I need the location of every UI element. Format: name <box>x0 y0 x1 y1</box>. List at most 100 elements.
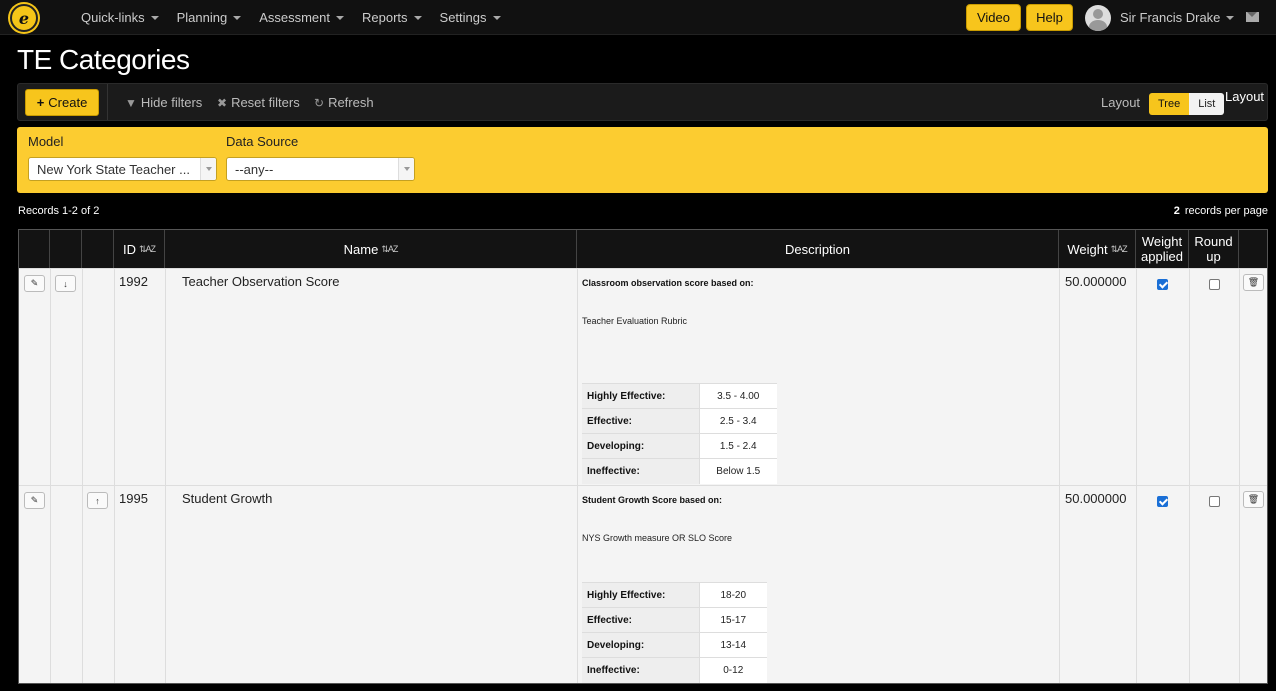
col-weight-applied-label: Weight <box>1141 234 1183 249</box>
col-move-down <box>50 230 82 268</box>
rating-row: Developing: 1.5 - 2.4 <box>582 433 777 459</box>
model-value: New York State Teacher ... <box>37 161 190 177</box>
rating-value: 15-17 <box>698 607 767 633</box>
plus-icon: + <box>36 95 45 110</box>
trash-icon[interactable]: 🗑 <box>1243 491 1264 508</box>
app-logo[interactable]: e <box>10 4 38 32</box>
sort-icon: ⇅AZ <box>1110 243 1128 254</box>
per-page-count: 2 <box>1173 205 1180 217</box>
layout-list-button[interactable]: List <box>1189 93 1225 115</box>
menu-label: Reports <box>362 10 408 25</box>
rating-row: Ineffective: Below 1.5 <box>582 458 777 484</box>
caret-down-icon <box>233 15 242 20</box>
caret-down-icon <box>1226 15 1235 20</box>
categories-table: ID ⇅AZ Name ⇅AZ Description Weight ⇅AZ Weig… <box>18 229 1268 684</box>
layout-tree-button[interactable]: Tree <box>1149 93 1190 115</box>
create-button[interactable]: + Create <box>25 89 99 116</box>
row-id: 1995 <box>119 491 148 506</box>
col-round-up-label: Round <box>1194 234 1233 249</box>
col-edit <box>19 230 50 268</box>
hide-filters-button[interactable]: ▼ Hide filters <box>125 95 202 110</box>
col-delete <box>1239 230 1267 268</box>
caret-down-icon <box>336 15 344 20</box>
main-menu: Quick-links Planning Assessment Reports … <box>81 0 519 35</box>
table-header: ID ⇅AZ Name ⇅AZ Description Weight ⇅AZ Weig… <box>19 230 1267 268</box>
page-title: TE Categories <box>17 44 190 75</box>
records-info: Records 1-2 of 2 <box>18 205 100 217</box>
col-id-label: ID <box>122 241 136 257</box>
cell-divider <box>1136 486 1137 683</box>
menu-settings[interactable]: Settings <box>440 10 510 25</box>
rating-row: Developing: 13-14 <box>582 632 767 658</box>
reset-filters-button[interactable]: ✖ Reset filters <box>217 95 300 110</box>
weight-applied-checkbox[interactable] <box>1157 279 1168 290</box>
col-weight-applied-label: applied <box>1141 249 1183 264</box>
menu-quick-links[interactable]: Quick-links <box>81 10 168 25</box>
rating-table: Highly Effective: 3.5 - 4.00 Effective: 2.… <box>582 383 777 484</box>
arrow-down-icon[interactable]: ↓ <box>55 275 76 292</box>
row-weight: 50.000000 <box>1065 274 1127 289</box>
logo-letter: e <box>18 8 30 28</box>
col-round-up-label: up <box>1206 249 1221 264</box>
cell-divider <box>165 269 166 486</box>
rating-value: 2.5 - 3.4 <box>698 408 777 434</box>
trash-icon[interactable]: 🗑 <box>1243 274 1264 291</box>
menu-label: Quick-links <box>81 10 145 25</box>
col-weight-applied: Weight applied <box>1136 230 1189 268</box>
rating-label: Effective: <box>582 408 699 434</box>
records-per-page[interactable]: 2 records per page <box>1174 205 1268 217</box>
data-source-select[interactable]: --any-- <box>226 157 415 181</box>
pencil-icon[interactable]: ✎ <box>24 275 45 292</box>
pencil-icon[interactable]: ✎ <box>24 492 45 509</box>
row-name: Teacher Observation Score <box>182 274 340 289</box>
toolbar-divider <box>107 84 108 120</box>
menu-planning[interactable]: Planning <box>177 10 251 25</box>
menu-reports[interactable]: Reports <box>362 10 431 25</box>
round-up-checkbox[interactable] <box>1209 279 1220 290</box>
cell-divider <box>1189 486 1190 683</box>
menu-assessment[interactable]: Assessment <box>259 10 353 25</box>
user-name: Sir Francis Drake <box>1120 10 1221 25</box>
rating-label: Highly Effective: <box>582 582 699 608</box>
arrow-up-icon[interactable]: ↑ <box>87 492 108 509</box>
data-source-label: Data Source <box>226 134 299 149</box>
row-id: 1992 <box>119 274 148 289</box>
help-button[interactable]: Help <box>1026 4 1073 31</box>
reset-filters-label: Reset filters <box>231 95 300 110</box>
col-round-up: Round up <box>1189 230 1239 268</box>
data-source-value: --any-- <box>235 161 274 177</box>
layout-label: Layout <box>1101 95 1141 110</box>
refresh-button[interactable]: ↻ Refresh <box>314 95 374 110</box>
description-subtitle: NYS Growth measure OR SLO Score <box>582 533 733 543</box>
menu-label: Assessment <box>259 10 330 25</box>
cell-divider <box>165 486 166 683</box>
col-name[interactable]: Name ⇅AZ <box>165 230 577 268</box>
col-description-label: Description <box>784 241 851 257</box>
envelope-icon[interactable] <box>1246 12 1259 22</box>
rating-value: Below 1.5 <box>698 458 777 484</box>
round-up-checkbox[interactable] <box>1209 496 1220 507</box>
cell-divider <box>1059 486 1060 683</box>
rating-value: 18-20 <box>698 582 767 608</box>
times-icon: ✖ <box>217 95 228 110</box>
menu-label: Planning <box>176 10 228 25</box>
top-navbar: e Quick-links Planning Assessment Report… <box>0 0 1276 35</box>
rating-value: 1.5 - 2.4 <box>698 433 777 459</box>
cell-divider <box>114 269 115 486</box>
model-select[interactable]: New York State Teacher ... <box>28 157 217 181</box>
rating-row: Highly Effective: 3.5 - 4.00 <box>582 383 777 409</box>
rating-label: Ineffective: <box>582 657 699 683</box>
weight-applied-checkbox[interactable] <box>1157 496 1168 507</box>
rating-label: Ineffective: <box>582 458 699 484</box>
sort-icon: ⇅AZ <box>138 243 156 254</box>
video-button[interactable]: Video <box>966 4 1021 31</box>
col-weight[interactable]: Weight ⇅AZ <box>1059 230 1136 268</box>
col-id[interactable]: ID ⇅AZ <box>114 230 165 268</box>
cell-divider <box>50 269 51 486</box>
layout-toggle: Tree List <box>1149 93 1225 115</box>
cell-divider <box>82 486 83 683</box>
rating-table: Highly Effective: 18-20 Effective: 15-17 D… <box>582 582 767 683</box>
chevron-down-icon <box>200 158 216 180</box>
user-menu[interactable]: Sir Francis Drake <box>1085 3 1235 32</box>
rating-value: 3.5 - 4.00 <box>698 383 777 409</box>
